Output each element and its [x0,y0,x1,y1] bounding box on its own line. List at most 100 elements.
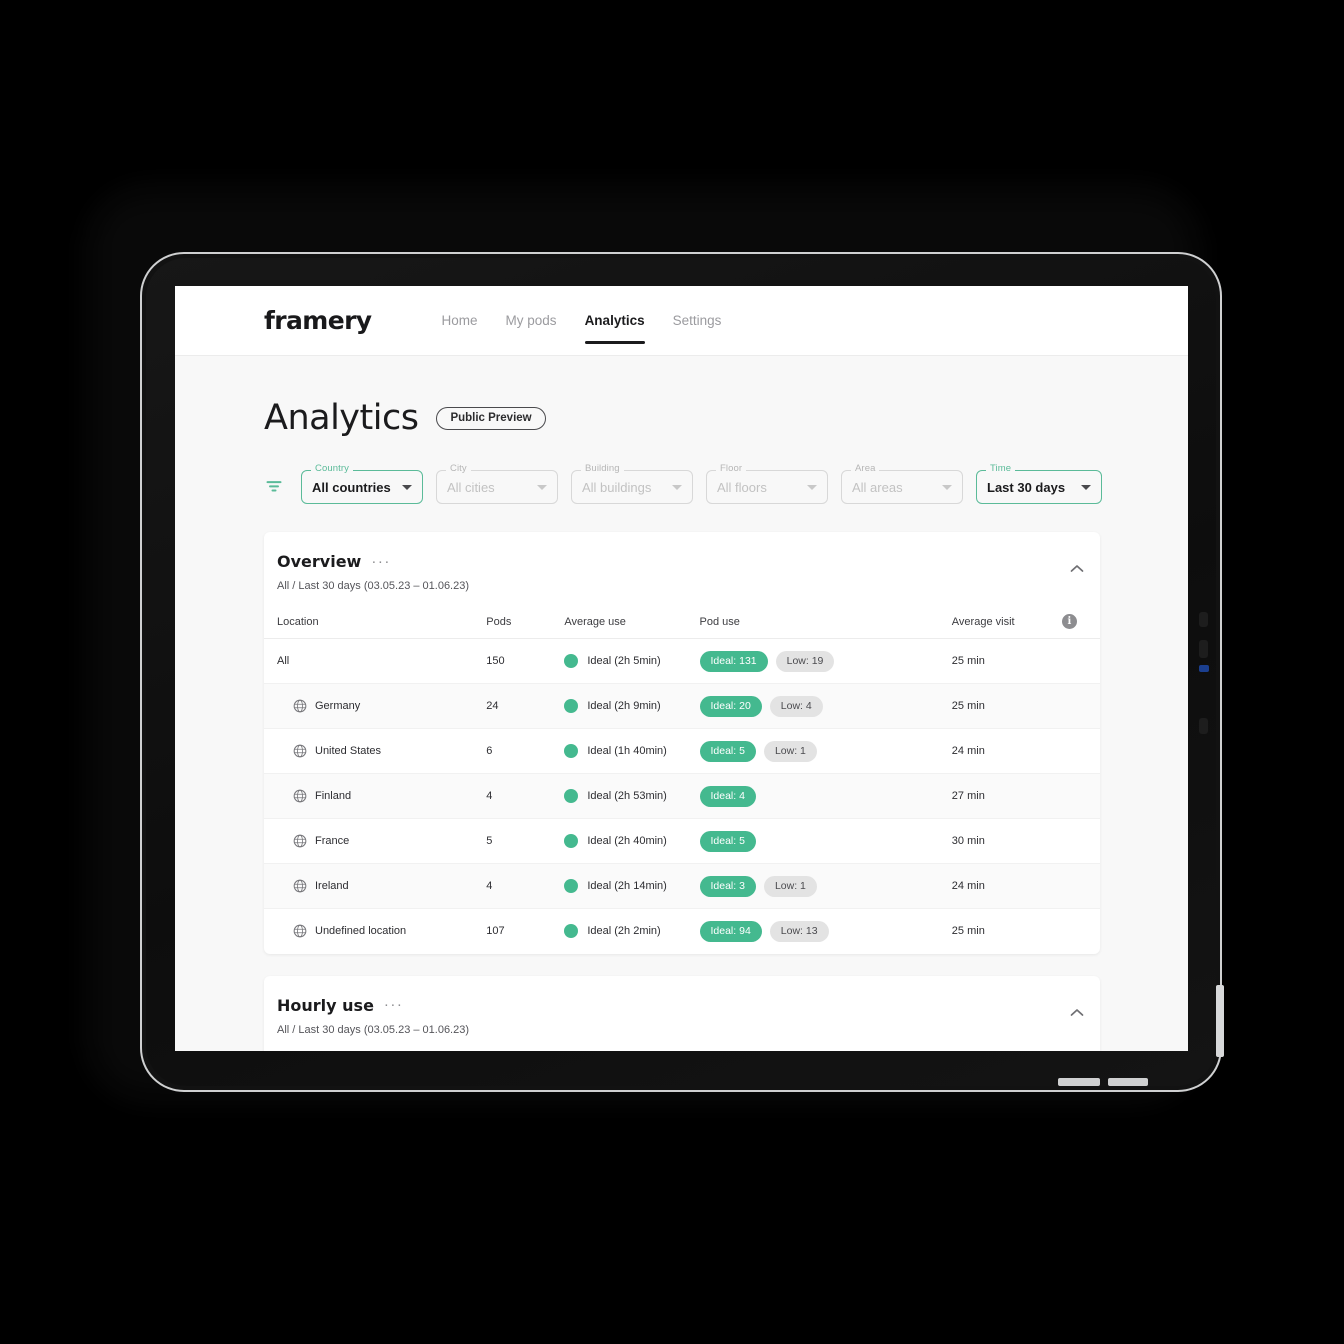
cell-average-use: Ideal (2h 2min) [564,909,699,954]
table-row[interactable]: United States 6 Ideal (1h 40min) Ideal: … [264,728,1100,774]
app-header: framery Home My pods Analytics Settings [175,286,1188,356]
overview-title: Overview [277,552,362,571]
filter-floor[interactable]: Floor All floors [706,463,828,504]
pod-use-ideal-pill: Ideal: 131 [699,650,768,672]
chevron-down-icon [537,485,547,490]
cell-location: France [264,818,487,864]
cell-pod-use: Ideal: 4 [699,773,952,819]
status-dot-ideal [564,699,579,713]
filter-time[interactable]: Time Last 30 days [976,463,1102,504]
cell-pods: 107 [486,925,505,938]
column-header-location: Location [264,606,487,639]
chevron-down-icon [807,485,817,490]
cell-info-spacer [1061,863,1100,909]
cell-location: Germany [264,683,487,729]
cell-pods: 4 [486,863,565,909]
overview-table-header: Location Pods Average use Pod use Averag… [264,606,1100,639]
tablet-antenna-band-right [1216,985,1224,1057]
average-use-value: Ideal (2h 5min) [587,655,661,667]
hourly-use-collapse-chevron-up-icon[interactable] [1070,1008,1084,1017]
nav-item-my-pods[interactable]: My pods [506,286,557,356]
cell-location: Ireland [264,863,487,909]
filter-area[interactable]: Area All areas [841,463,963,504]
cell-average-visit: 27 min [951,773,1062,819]
pod-use-low-pill: Low: 19 [775,650,835,672]
filter-building[interactable]: Building All buildings [571,463,693,504]
location-name: Germany [315,700,361,712]
average-use-value: Ideal (2h 9min) [587,700,661,712]
nav-item-settings[interactable]: Settings [673,286,722,356]
globe-icon [293,699,307,713]
chevron-down-icon [402,485,412,490]
cell-pod-use: Ideal: 131 Low: 19 [699,638,952,684]
status-dot-ideal [564,879,579,893]
pod-use-low-pill: Low: 1 [763,875,817,897]
filter-city[interactable]: City All cities [436,463,558,504]
average-use-value: Ideal (2h 53min) [587,790,667,802]
filter-funnel-icon[interactable] [264,477,284,497]
hourly-use-card-header: Hourly use ··· [264,996,1100,1015]
table-row[interactable]: Ireland 4 Ideal (2h 14min) Ideal: 3 Low:… [264,863,1100,909]
cell-average-use: Ideal (1h 40min) [564,728,700,774]
overview-more-menu-icon[interactable]: ··· [371,554,391,569]
table-row[interactable]: Germany 24 Ideal (2h 9min) Ideal: 20 Low… [264,683,1100,729]
cell-average-visit: 24 min [951,863,1062,909]
table-row[interactable]: Undefined location 107 Ideal (2h 2min) I… [264,909,1100,954]
cell-location: All [264,638,487,684]
cell-average-visit: 25 min [951,638,1062,684]
overview-table: Location Pods Average use Pod use Averag… [264,606,1100,954]
nav-item-analytics[interactable]: Analytics [584,286,645,356]
globe-icon [293,924,307,938]
tablet-antenna-band-bottom-left [1058,1078,1100,1086]
cell-average-use: Ideal (2h 5min) [564,638,700,684]
location-name: All [277,655,290,667]
cell-average-use: Ideal (2h 14min) [564,863,700,909]
average-use-value: Ideal (2h 40min) [587,835,667,847]
location-name: Undefined location [315,925,407,938]
column-header-pod-use: Pod use [699,606,952,639]
table-row[interactable]: All 150 Ideal (2h 5min) Ideal: 131 Low: … [264,638,1100,684]
pod-use-ideal-pill: Ideal: 4 [699,785,756,807]
framery-logo[interactable]: framery [264,306,372,335]
cell-info-spacer [1061,683,1100,729]
filter-city-label: City [446,463,471,474]
table-row[interactable]: France 5 Ideal (2h 40min) Ideal: 5 30 mi… [264,818,1100,864]
column-header-average-use: Average use [564,606,700,639]
cell-average-use: Ideal (2h 9min) [564,683,700,729]
table-row[interactable]: Finland 4 Ideal (2h 53min) Ideal: 4 27 m… [264,773,1100,819]
tablet-side-button-middle[interactable] [1199,640,1208,658]
filter-time-label: Time [986,463,1016,474]
cell-pods: 150 [486,638,565,684]
page-content: Analytics Public Preview Country All cou… [175,356,1188,1051]
cell-info-spacer [1061,818,1100,864]
overview-collapse-chevron-up-icon[interactable] [1070,564,1084,573]
cell-info-spacer [1061,638,1100,684]
globe-icon [293,744,307,758]
pod-use-low-pill: Low: 13 [769,920,829,942]
status-dot-ideal [564,744,579,758]
tablet-side-button-bottom[interactable] [1199,718,1208,734]
filter-country[interactable]: Country All countries [301,463,423,504]
hourly-use-more-menu-icon[interactable]: ··· [384,997,404,1012]
cell-average-visit: 25 min [951,683,1062,729]
location-name: United States [315,745,382,757]
info-icon[interactable]: i [1061,614,1077,629]
tablet-side-button-top[interactable] [1199,612,1208,627]
pod-use-ideal-pill: Ideal: 5 [699,740,756,762]
pod-use-low-pill: Low: 1 [763,740,817,762]
hourly-use-card: Hourly use ··· All / Last 30 days (03.05… [264,975,1100,1051]
tablet-screen: framery Home My pods Analytics Settings … [175,286,1188,1051]
cell-location: Undefined location [264,909,486,954]
nav-item-home[interactable]: Home [442,286,478,356]
cell-pod-use: Ideal: 5 Low: 1 [699,728,952,774]
chevron-down-icon [672,485,682,490]
hourly-use-subtitle: All / Last 30 days (03.05.23 – 01.06.23) [277,1023,470,1036]
location-name: France [315,835,350,847]
filter-bar: Country All countries City All cities Bu… [264,463,1188,504]
screenshot-stage: framery Home My pods Analytics Settings … [0,0,1344,1344]
cell-pod-use: Ideal: 94 Low: 13 [699,909,952,954]
status-dot-ideal [564,789,579,803]
cell-info-spacer [1061,728,1100,774]
filter-area-label: Area [851,463,880,474]
filter-floor-value: All floors [717,479,767,495]
